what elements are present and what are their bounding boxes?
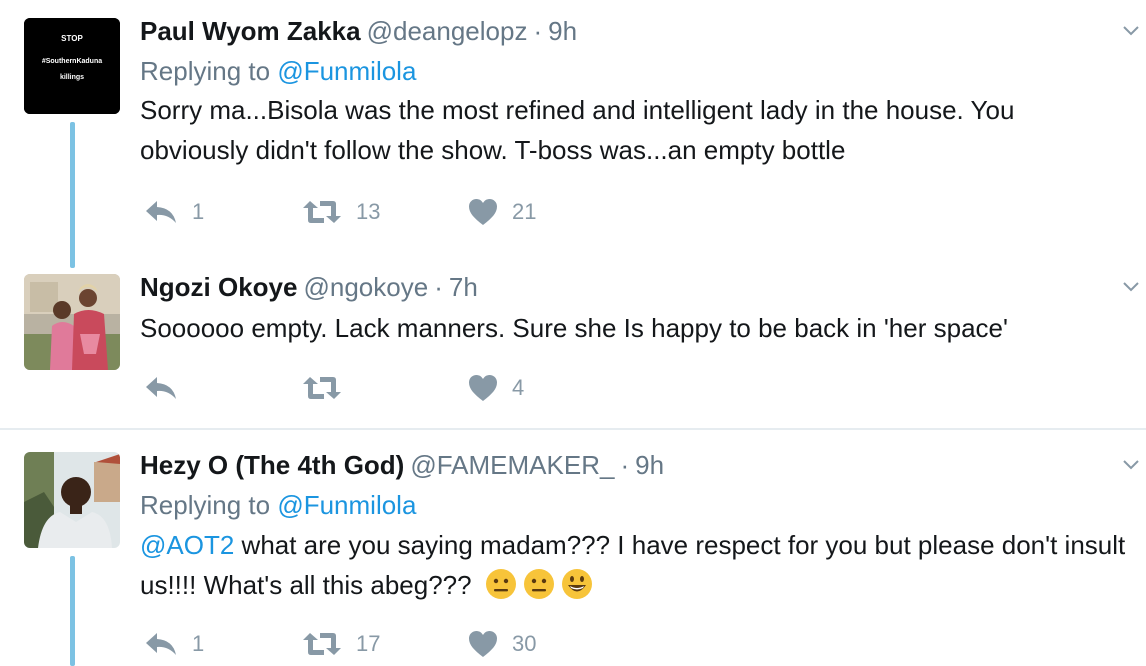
like-icon: [469, 199, 497, 225]
tweet-text: Soooooo empty. Lack manners. Sure she Is…: [140, 313, 1008, 343]
author-name[interactable]: Paul Wyom Zakka: [140, 16, 361, 46]
replying-to-link[interactable]: @Funmilola: [277, 490, 416, 520]
like-button[interactable]: 4: [468, 370, 524, 406]
author-name[interactable]: Ngozi Okoye: [140, 272, 297, 302]
reply-count: 1: [192, 199, 205, 224]
timestamp[interactable]: 7h: [449, 272, 478, 302]
author-handle[interactable]: @FAMEMAKER_: [410, 450, 614, 480]
tweet-header: Paul Wyom Zakka @deangelopz · 9h: [140, 16, 577, 46]
reply-icon: [146, 377, 176, 399]
replying-to-label: Replying to: [140, 490, 271, 520]
avatar[interactable]: [24, 274, 120, 370]
retweet-icon: [303, 201, 341, 223]
retweet-button[interactable]: [302, 370, 356, 406]
reply-icon: [146, 201, 176, 223]
retweet-count: 13: [356, 199, 381, 224]
thread-line: [70, 556, 75, 666]
thread-line: [70, 122, 75, 268]
author-handle[interactable]: @deangelopz: [367, 16, 528, 46]
tweet-text-container: @AOT2 what are you saying madam??? I hav…: [140, 525, 1130, 605]
reply-count: 1: [192, 631, 205, 656]
like-count: 4: [512, 375, 525, 400]
avatar-text: killings: [60, 74, 84, 81]
reply-icon: [146, 633, 176, 655]
retweet-icon: [303, 377, 341, 399]
tweet-divider: [0, 428, 1146, 430]
tweet-header: Ngozi Okoye @ngokoye · 7h: [140, 272, 478, 302]
avatar-text: #SouthernKaduna: [42, 58, 102, 65]
avatar-text: STOP: [61, 34, 83, 43]
like-button[interactable]: 30: [468, 626, 536, 662]
replying-to-label: Replying to: [140, 56, 271, 86]
separator-dot: ·: [434, 272, 443, 302]
separator-dot: ·: [533, 16, 543, 46]
caret-down-icon[interactable]: [1122, 278, 1140, 296]
caret-down-icon[interactable]: [1122, 22, 1140, 40]
reply-button[interactable]: 1: [144, 626, 204, 662]
retweet-button[interactable]: 13: [302, 194, 380, 230]
timestamp[interactable]: 9h: [635, 450, 664, 480]
like-icon: [469, 631, 497, 657]
replying-to-link[interactable]: @Funmilola: [277, 56, 416, 86]
author-handle[interactable]: @ngokoye: [303, 272, 428, 302]
tweet-text: Sorry ma...Bisola was the most refined a…: [140, 95, 1015, 165]
retweet-button[interactable]: 17: [302, 626, 380, 662]
reply-button[interactable]: 1: [144, 194, 204, 230]
reply-button[interactable]: [144, 370, 192, 406]
like-icon: [469, 375, 497, 401]
avatar[interactable]: [24, 452, 120, 548]
tweet-header: Hezy O (The 4th God) @FAMEMAKER_ · 9h: [140, 450, 664, 480]
avatar[interactable]: STOP #SouthernKaduna killings: [24, 18, 120, 114]
retweet-count: 17: [356, 631, 381, 656]
neutral-face-emoji-icon: [523, 569, 554, 599]
like-count: 30: [512, 631, 537, 656]
caret-down-icon[interactable]: [1122, 456, 1140, 474]
separator-dot: ·: [620, 450, 630, 480]
mention-link[interactable]: @AOT2: [140, 530, 234, 560]
replying-to: Replying to @Funmilola: [140, 490, 416, 520]
timestamp[interactable]: 9h: [548, 16, 577, 46]
retweet-icon: [303, 633, 341, 655]
like-button[interactable]: 21: [468, 194, 536, 230]
tweet-text: what are you saying madam??? I have resp…: [140, 530, 1126, 600]
like-count: 21: [512, 199, 537, 224]
neutral-face-emoji-icon: [485, 569, 516, 599]
replying-to: Replying to @Funmilola: [140, 56, 416, 86]
author-name[interactable]: Hezy O (The 4th God): [140, 450, 404, 480]
grinning-face-emoji-icon: [561, 569, 592, 599]
